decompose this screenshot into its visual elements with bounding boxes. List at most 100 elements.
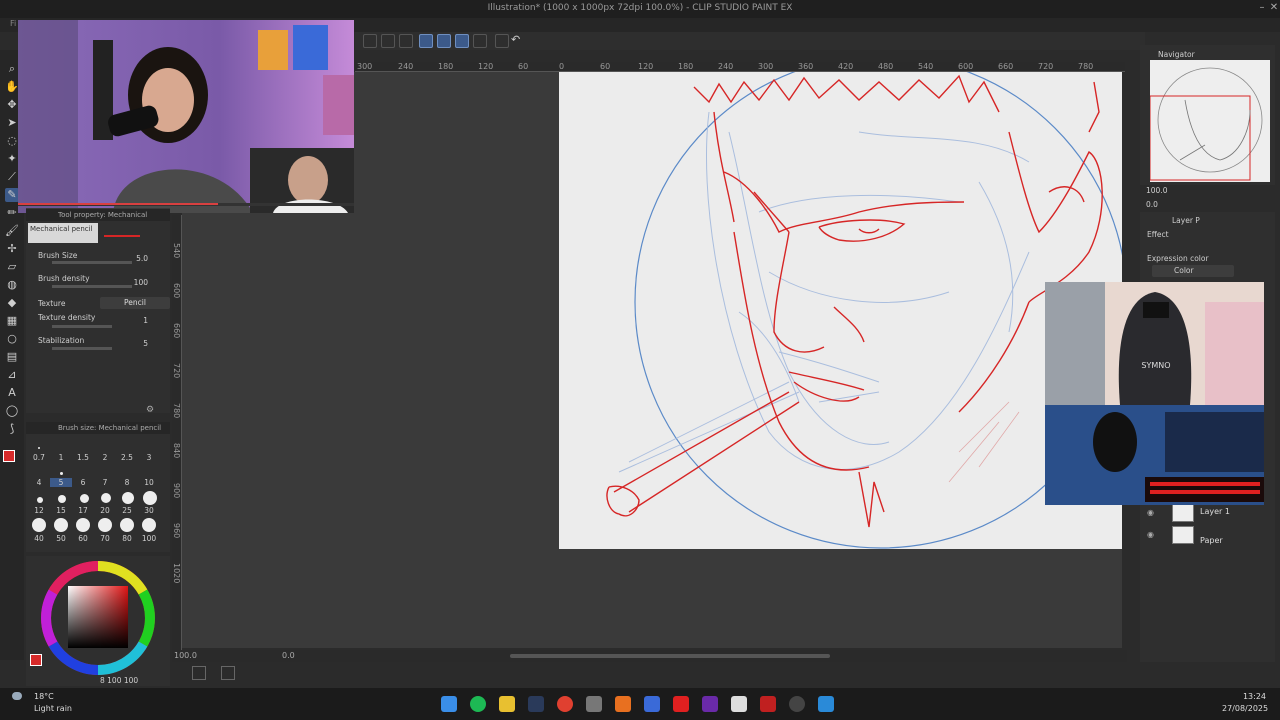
size-option[interactable]: 70 (94, 534, 116, 543)
size-option[interactable]: 8 (116, 478, 138, 487)
size-option[interactable]: 40 (28, 534, 50, 543)
undo-icon[interactable]: ↶ (511, 34, 525, 48)
voicemeeter-icon[interactable] (760, 696, 776, 712)
size-option[interactable]: 7 (94, 478, 116, 487)
snap-grid-icon[interactable] (455, 34, 469, 48)
correct-line-icon[interactable]: ⟆ (5, 422, 19, 436)
eye-icon[interactable]: ◉ (1147, 508, 1154, 517)
stabilization-value[interactable]: 5 (143, 339, 148, 348)
size-option[interactable]: 4 (28, 478, 50, 487)
size-option[interactable]: 12 (28, 506, 50, 515)
obs-icon[interactable] (789, 696, 805, 712)
size-option[interactable]: 50 (50, 534, 72, 543)
app-icon[interactable] (586, 696, 602, 712)
youtube-icon[interactable] (673, 696, 689, 712)
size-option-selected[interactable]: 5 (50, 478, 72, 487)
snap-special-ruler-icon[interactable] (437, 34, 451, 48)
layer-icon[interactable] (473, 34, 487, 48)
start-icon[interactable] (441, 696, 457, 712)
eraser-icon[interactable]: ▱ (5, 260, 19, 274)
balloon-icon[interactable]: ◯ (5, 404, 19, 418)
spotify-icon[interactable] (470, 696, 486, 712)
size-option[interactable]: 10 (138, 478, 160, 487)
app-icon[interactable] (615, 696, 631, 712)
brush-density-value[interactable]: 100 (134, 278, 148, 287)
text-icon[interactable]: A (5, 386, 19, 400)
move-icon[interactable]: ✥ (5, 98, 19, 112)
color-main-swatch[interactable] (30, 654, 42, 666)
app-icon[interactable] (818, 696, 834, 712)
fit-icon[interactable] (192, 666, 206, 680)
store-icon[interactable] (644, 696, 660, 712)
zoom-readout[interactable]: 100.0 (174, 651, 197, 660)
minimize-icon[interactable]: – (1256, 2, 1268, 14)
size-option[interactable]: 25 (116, 506, 138, 515)
size-option[interactable]: 0.7 (28, 453, 50, 462)
lasso-icon[interactable]: ◌ (5, 134, 19, 148)
drawing-canvas[interactable] (559, 72, 1122, 549)
size-option[interactable]: 20 (94, 506, 116, 515)
eyedropper-icon[interactable]: ⟋ (5, 170, 19, 184)
size-option[interactable]: 6 (72, 478, 94, 487)
menu-file[interactable]: Fi (10, 19, 16, 28)
pencil-icon[interactable]: ✏ (5, 206, 19, 220)
brush-icon[interactable]: 🖌 (5, 224, 19, 238)
gradient-icon[interactable]: ▦ (5, 314, 19, 328)
texture-density-slider[interactable] (52, 325, 112, 328)
chrome-icon[interactable] (557, 696, 573, 712)
size-option[interactable]: 2.5 (116, 453, 138, 462)
stabilization-slider[interactable] (52, 347, 112, 350)
brush-size-slider[interactable] (52, 261, 132, 264)
size-option[interactable]: 60 (72, 534, 94, 543)
brush-density-slider[interactable] (52, 285, 132, 288)
main-color-swatch[interactable] (3, 450, 15, 462)
expression-color-select[interactable]: Color (1152, 265, 1234, 277)
cmd-icon[interactable] (363, 34, 377, 48)
operation-icon[interactable]: ➤ (5, 116, 19, 130)
clock[interactable]: 13:24 27/08/2025 (1222, 692, 1268, 713)
size-option[interactable]: 17 (72, 506, 94, 515)
brush-size-value[interactable]: 5.0 (136, 254, 148, 263)
close-icon[interactable]: ✕ (1268, 2, 1280, 14)
layer-row[interactable]: ◉ Paper (1142, 524, 1272, 546)
navigator-thumbnail[interactable] (1150, 60, 1270, 182)
pen-icon[interactable]: ✎ (5, 188, 19, 202)
settings-icon[interactable]: ⚙ (146, 405, 154, 415)
size-option[interactable]: 15 (50, 506, 72, 515)
navigator-zoom[interactable]: 100.0 (1146, 186, 1167, 195)
blend-icon[interactable]: ◍ (5, 278, 19, 292)
snap-ruler-icon[interactable] (419, 34, 433, 48)
brush-preset[interactable]: Mechanical pencil (28, 223, 98, 243)
rotate-icon[interactable] (495, 34, 509, 48)
texture-button[interactable]: Pencil (100, 297, 170, 309)
size-option[interactable]: 3 (138, 453, 160, 462)
angle-readout[interactable]: 0.0 (282, 651, 295, 660)
cmd-icon[interactable] (399, 34, 413, 48)
steam-icon[interactable] (528, 696, 544, 712)
hand-icon[interactable]: ✋ (5, 80, 19, 94)
magic-wand-icon[interactable]: ✦ (5, 152, 19, 166)
ruler-icon[interactable]: ⊿ (5, 368, 19, 382)
frame-icon[interactable]: ▤ (5, 350, 19, 364)
horizontal-scrollbar[interactable] (510, 654, 830, 658)
zoom-icon[interactable]: ⌕ (5, 62, 19, 76)
cmd-icon[interactable] (381, 34, 395, 48)
layer-row[interactable]: ◉ Layer 1 (1142, 502, 1272, 524)
size-option[interactable]: 80 (116, 534, 138, 543)
fill-icon[interactable]: ◆ (5, 296, 19, 310)
file-explorer-icon[interactable] (499, 696, 515, 712)
size-option[interactable]: 100 (138, 534, 160, 543)
grid-icon[interactable] (221, 666, 235, 680)
eye-icon[interactable]: ◉ (1147, 530, 1154, 539)
size-option[interactable]: 2 (94, 453, 116, 462)
size-option[interactable]: 1.5 (72, 453, 94, 462)
color-wheel[interactable] (26, 556, 170, 686)
navigator-angle[interactable]: 0.0 (1146, 200, 1158, 209)
size-option[interactable]: 30 (138, 506, 160, 515)
figure-icon[interactable]: ○ (5, 332, 19, 346)
texture-density-value[interactable]: 1 (143, 316, 148, 325)
airbrush-icon[interactable]: ✢ (5, 242, 19, 256)
nzxt-icon[interactable] (702, 696, 718, 712)
size-option[interactable]: 1 (50, 453, 72, 462)
clip-studio-icon[interactable] (731, 696, 747, 712)
